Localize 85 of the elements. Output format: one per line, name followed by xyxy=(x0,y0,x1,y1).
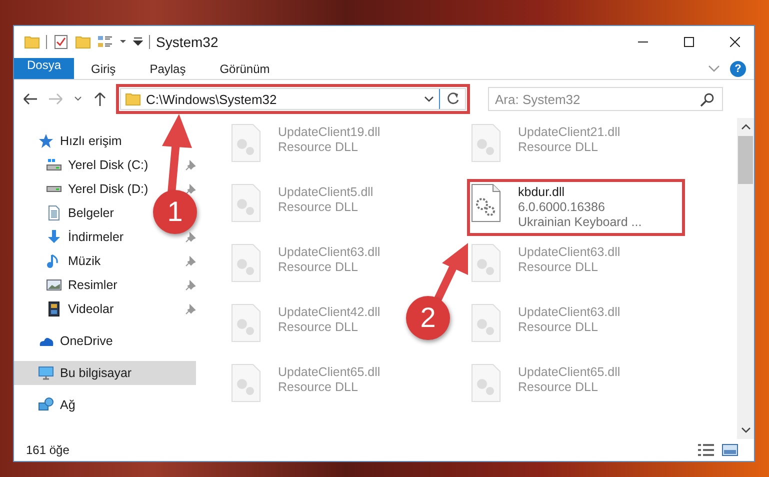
file-name: UpdateClient65.dll xyxy=(278,365,380,380)
file-name: UpdateClient42.dll xyxy=(278,305,380,320)
folder-icon xyxy=(125,91,141,107)
sidebar-item[interactable]: Hızlı erişim xyxy=(14,129,122,153)
file-detail: Resource DLL xyxy=(518,260,599,275)
expand-ribbon-icon[interactable] xyxy=(708,64,720,72)
dll-file-icon xyxy=(471,304,501,342)
down-arrow-icon xyxy=(46,229,62,245)
back-arrow-icon[interactable] xyxy=(22,91,38,107)
pin-icon[interactable] xyxy=(185,304,196,314)
help-button[interactable]: ? xyxy=(730,60,746,76)
sidebar-item[interactable]: OneDrive xyxy=(14,329,113,353)
scrollbar[interactable] xyxy=(737,118,754,439)
file-detail: Resource DLL xyxy=(518,140,599,155)
document-icon xyxy=(46,205,62,221)
sidebar-item[interactable]: Videolar xyxy=(14,297,114,321)
dll-file-icon xyxy=(471,184,501,222)
ribbon-tab[interactable]: Paylaş xyxy=(132,58,203,79)
computer-icon xyxy=(38,365,54,381)
dll-file-icon xyxy=(231,244,261,282)
dll-file-icon xyxy=(471,124,501,162)
file-detail: Resource DLL xyxy=(278,320,359,335)
file-name: UpdateClient19.dll xyxy=(278,125,380,140)
sidebar-item[interactable]: Müzik xyxy=(14,249,101,273)
refresh-icon[interactable] xyxy=(445,91,461,107)
dll-file-icon xyxy=(231,184,261,222)
dll-file-icon xyxy=(471,244,501,282)
dropdown-caret-icon[interactable] xyxy=(424,96,434,102)
file-detail: Resource DLL xyxy=(518,320,599,335)
sidebar-item[interactable]: Yerel Disk (C:) xyxy=(14,153,148,177)
star-icon xyxy=(38,133,54,149)
file-detail: Resource DLL xyxy=(278,140,359,155)
picture-icon xyxy=(46,277,62,293)
sidebar-item[interactable]: Yerel Disk (D:) xyxy=(14,177,148,201)
file-detail: Ukrainian Keyboard ... xyxy=(518,215,642,230)
address-bar[interactable]: C:\Windows\System32 xyxy=(120,88,466,110)
dll-file-icon xyxy=(231,304,261,342)
recent-caret-icon[interactable] xyxy=(74,96,82,102)
file-detail: Resource DLL xyxy=(278,200,359,215)
scroll-up-icon[interactable] xyxy=(740,124,750,130)
file-name: UpdateClient21.dll xyxy=(518,125,620,140)
file-name: UpdateClient63.dll xyxy=(518,305,620,320)
drive-icon xyxy=(46,186,62,192)
sidebar-item[interactable]: Belgeler xyxy=(14,201,114,225)
dll-file-icon xyxy=(471,364,501,402)
file-name: kbdur.dll xyxy=(518,185,566,200)
close-icon[interactable] xyxy=(730,37,740,47)
window-title: System32 xyxy=(156,34,220,50)
pin-icon[interactable] xyxy=(185,160,196,170)
dll-file-icon xyxy=(231,124,261,162)
list-icon[interactable] xyxy=(97,34,113,50)
file-detail: Resource DLL xyxy=(278,380,359,395)
large-icons-view-icon[interactable] xyxy=(722,443,738,457)
drive-icon xyxy=(46,157,62,173)
pin-icon[interactable] xyxy=(185,184,196,194)
network-icon xyxy=(38,397,54,413)
sidebar-item[interactable]: Ağ xyxy=(14,393,76,417)
file-name: UpdateClient5.dll xyxy=(278,185,374,200)
details-view-icon[interactable] xyxy=(698,443,714,457)
file-detail: 6.0.6000.16386 xyxy=(518,200,606,215)
item-count: 161 öğe xyxy=(26,443,70,457)
file-name: UpdateClient63.dll xyxy=(278,245,380,260)
scroll-down-icon[interactable] xyxy=(740,427,750,433)
file-name: UpdateClient63.dll xyxy=(518,245,620,260)
file-name: UpdateClient65.dll xyxy=(518,365,620,380)
file-menu-tab[interactable]: Dosya xyxy=(14,58,74,79)
file-detail: Resource DLL xyxy=(518,380,599,395)
up-arrow-icon[interactable] xyxy=(92,91,108,107)
caret-icon[interactable] xyxy=(119,39,127,45)
sidebar-item[interactable]: Bu bilgisayar xyxy=(14,361,196,385)
scrollbar-thumb[interactable] xyxy=(738,136,753,184)
properties-check-icon[interactable] xyxy=(53,34,69,50)
pin-icon[interactable] xyxy=(185,280,196,290)
pin-icon[interactable] xyxy=(185,256,196,266)
customize-caret-icon[interactable] xyxy=(133,37,143,47)
pin-icon[interactable] xyxy=(185,232,196,242)
ribbon-tab[interactable]: Görünüm xyxy=(202,58,287,79)
sidebar-item[interactable]: Resimler xyxy=(14,273,118,297)
dll-file-icon xyxy=(231,364,261,402)
film-icon xyxy=(46,301,62,317)
address-path: C:\Windows\System32 xyxy=(146,92,278,106)
ribbon-tab[interactable]: Giriş xyxy=(74,58,133,79)
maximize-icon[interactable] xyxy=(684,37,694,47)
sidebar-item[interactable]: İndirmeler xyxy=(14,225,124,249)
file-detail: Resource DLL xyxy=(278,260,359,275)
